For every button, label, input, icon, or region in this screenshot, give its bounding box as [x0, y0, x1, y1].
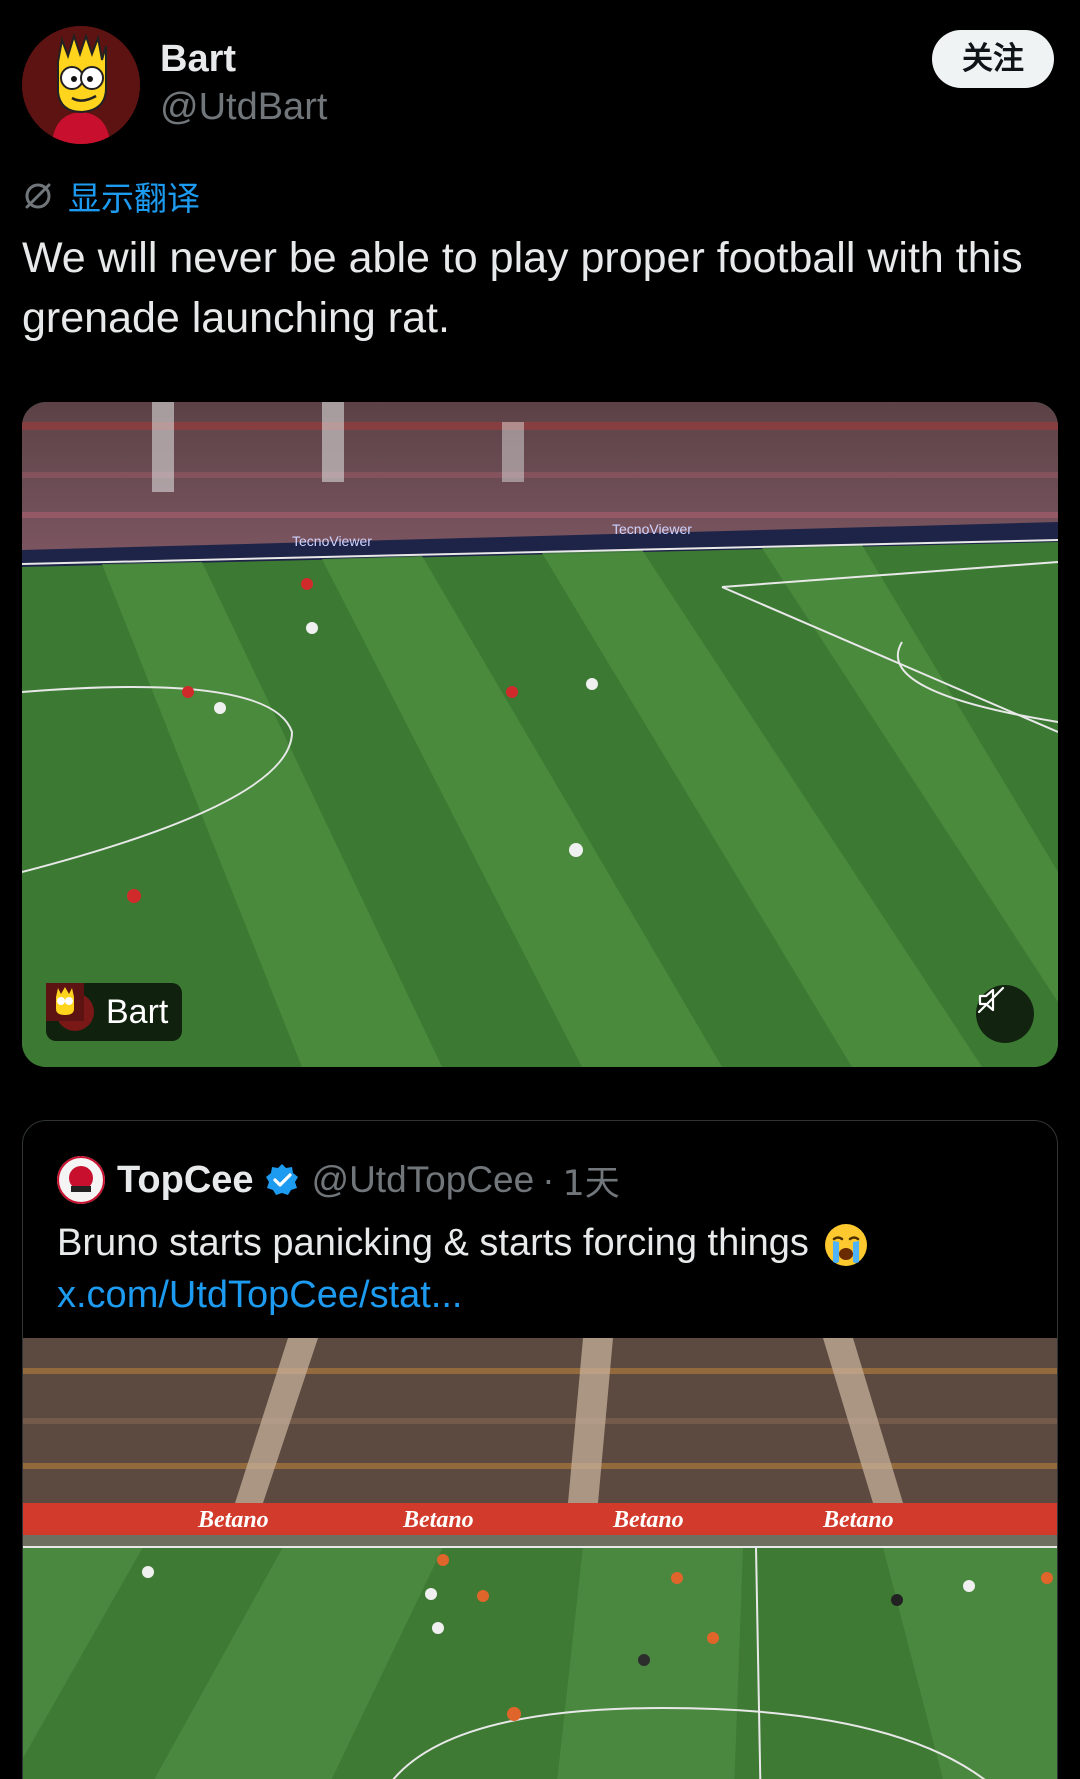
- board-text-betano-4: Betano: [822, 1507, 894, 1533]
- quoted-author-name[interactable]: TopCee: [117, 1159, 254, 1202]
- board-text-betano-2: Betano: [402, 1507, 474, 1533]
- quoted-video-frame: Betano Betano Betano Betano: [23, 1338, 1057, 1779]
- quoted-post-link[interactable]: x.com/UtdTopCee/stat...: [57, 1269, 463, 1321]
- verified-icon: [265, 1164, 298, 1195]
- quoted-post-time: 1天: [562, 1163, 620, 1204]
- translate-icon: [25, 183, 51, 209]
- post-text: We will never be able to play proper foo…: [22, 234, 1023, 342]
- post-video[interactable]: TecnoViewer TecnoViewer Bart: [22, 402, 1058, 1067]
- video-author-name: Bart: [106, 992, 169, 1031]
- author-name[interactable]: Bart: [160, 38, 236, 81]
- mute-button[interactable]: [976, 985, 1034, 1043]
- separator-dot: ·: [542, 1159, 555, 1200]
- video-frame: TecnoViewer TecnoViewer: [22, 402, 1058, 1067]
- quoted-post-text: Bruno starts panicking & starts forcing …: [57, 1222, 809, 1264]
- quoted-author-avatar[interactable]: [57, 1156, 105, 1204]
- quoted-post-video[interactable]: Betano Betano Betano Betano: [23, 1338, 1057, 1779]
- post-page: Bart @UtdBart 关注 显示翻译 We will never be a…: [0, 0, 1080, 1779]
- quoted-post-text-line: Bruno starts panicking & starts forcing …: [57, 1217, 1037, 1269]
- follow-button[interactable]: 关注: [932, 30, 1054, 88]
- video-author-badge[interactable]: Bart: [46, 983, 183, 1041]
- post-header: Bart @UtdBart 关注: [22, 26, 1062, 146]
- board-text-betano-1: Betano: [197, 1507, 269, 1533]
- board-text-betano-3: Betano: [612, 1507, 684, 1533]
- show-translation-link[interactable]: 显示翻译: [22, 176, 200, 218]
- badge-avatar: [46, 983, 94, 1031]
- mute-icon: [977, 986, 1005, 1014]
- crying-emoji: [825, 1223, 868, 1266]
- board-text-1: TecnoViewer: [292, 533, 372, 549]
- quoted-author-handle[interactable]: @UtdTopCee: [312, 1159, 535, 1201]
- quoted-post-header: TopCee @UtdTopCee · 1天: [57, 1155, 620, 1205]
- author-handle[interactable]: @UtdBart: [160, 86, 327, 129]
- quoted-post[interactable]: TopCee @UtdTopCee · 1天 Bruno starts pani…: [22, 1120, 1058, 1779]
- board-text-2: TecnoViewer: [612, 521, 692, 537]
- show-translation-label: 显示翻译: [68, 179, 200, 218]
- author-avatar[interactable]: [22, 26, 140, 144]
